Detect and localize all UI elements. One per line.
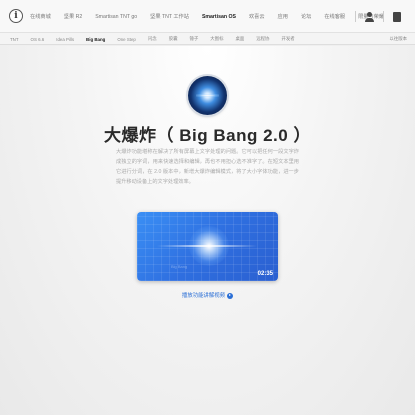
video-duration: 02:35 [257, 271, 273, 277]
logo-letter: i [14, 11, 18, 21]
lens-flare [157, 245, 257, 247]
nav-item-apps[interactable]: 应用 [278, 13, 288, 20]
nav-item-r2[interactable]: 坚果 R2 [64, 13, 82, 20]
nav-item-store[interactable]: 在线商城 [30, 13, 51, 20]
previous-versions-link[interactable]: 以往版本 [389, 36, 407, 42]
subnav-item-idea-pills[interactable]: Idea Pills [56, 37, 74, 42]
divider [383, 11, 384, 22]
big-bang-app-icon [188, 76, 227, 115]
page-title: 大爆炸（ Big Bang 2.0 ） [104, 126, 311, 145]
nav-item-support[interactable]: 在线客服 [324, 13, 345, 20]
subnav-item-big-bang[interactable]: Big Bang [86, 37, 105, 42]
subnav-item-capsule[interactable]: 胶囊 [169, 36, 178, 42]
main-nav: 在线商城 坚果 R2 Smartisan TNT go 坚果 TNT 工作站 S… [30, 0, 397, 33]
subnav-item-one-step[interactable]: One Step [117, 37, 136, 42]
video-overlay-text: Big Bang [171, 264, 188, 269]
header-icons [355, 11, 401, 22]
divider [355, 11, 356, 22]
subnav-item-tnt[interactable]: TNT [10, 37, 19, 42]
subnav-item-os[interactable]: OS 6.6 [31, 37, 45, 42]
subnav-item-developer[interactable]: 开发者 [281, 36, 294, 42]
subnav-item-large-icons[interactable]: 大图标 [210, 36, 223, 42]
nav-item-smartisan-os[interactable]: Smartisan OS [202, 14, 236, 20]
nav-item-cloud[interactable]: 欢喜云 [249, 13, 265, 20]
feature-description: 大爆炸功能堪称在解决了所有屏幕上文字处理的问题。它可以把任何一段文字炸成独立的字… [116, 149, 299, 185]
subnav-item-remote[interactable]: 远程协 [256, 36, 269, 42]
smartisan-logo-icon[interactable]: i [9, 9, 23, 23]
document-icon[interactable] [393, 11, 401, 22]
subnav-item-hammer[interactable]: 锤子 [189, 36, 198, 42]
play-video-link[interactable]: 播放功能讲解视频 [0, 291, 415, 299]
sub-nav: TNT OS 6.6 Idea Pills Big Bang One Step … [10, 33, 307, 45]
subnav-item-desktop[interactable]: 桌面 [235, 36, 244, 42]
video-thumbnail[interactable]: Big Bang 02:35 [137, 212, 278, 281]
sub-navigation-bar: TNT OS 6.6 Idea Pills Big Bang One Step … [0, 33, 415, 45]
nav-item-tnt-go[interactable]: Smartisan TNT go [95, 14, 137, 20]
play-icon[interactable] [227, 292, 234, 299]
subnav-item-flash[interactable]: 闪念 [148, 36, 157, 42]
play-video-label[interactable]: 播放功能讲解视频 [182, 293, 225, 299]
user-icon[interactable] [365, 11, 374, 22]
nav-item-tnt-workstation[interactable]: 坚果 TNT 工作站 [150, 13, 189, 20]
top-navigation-bar: i 在线商城 坚果 R2 Smartisan TNT go 坚果 TNT 工作站… [0, 0, 415, 33]
nav-item-forum[interactable]: 论坛 [301, 13, 311, 20]
